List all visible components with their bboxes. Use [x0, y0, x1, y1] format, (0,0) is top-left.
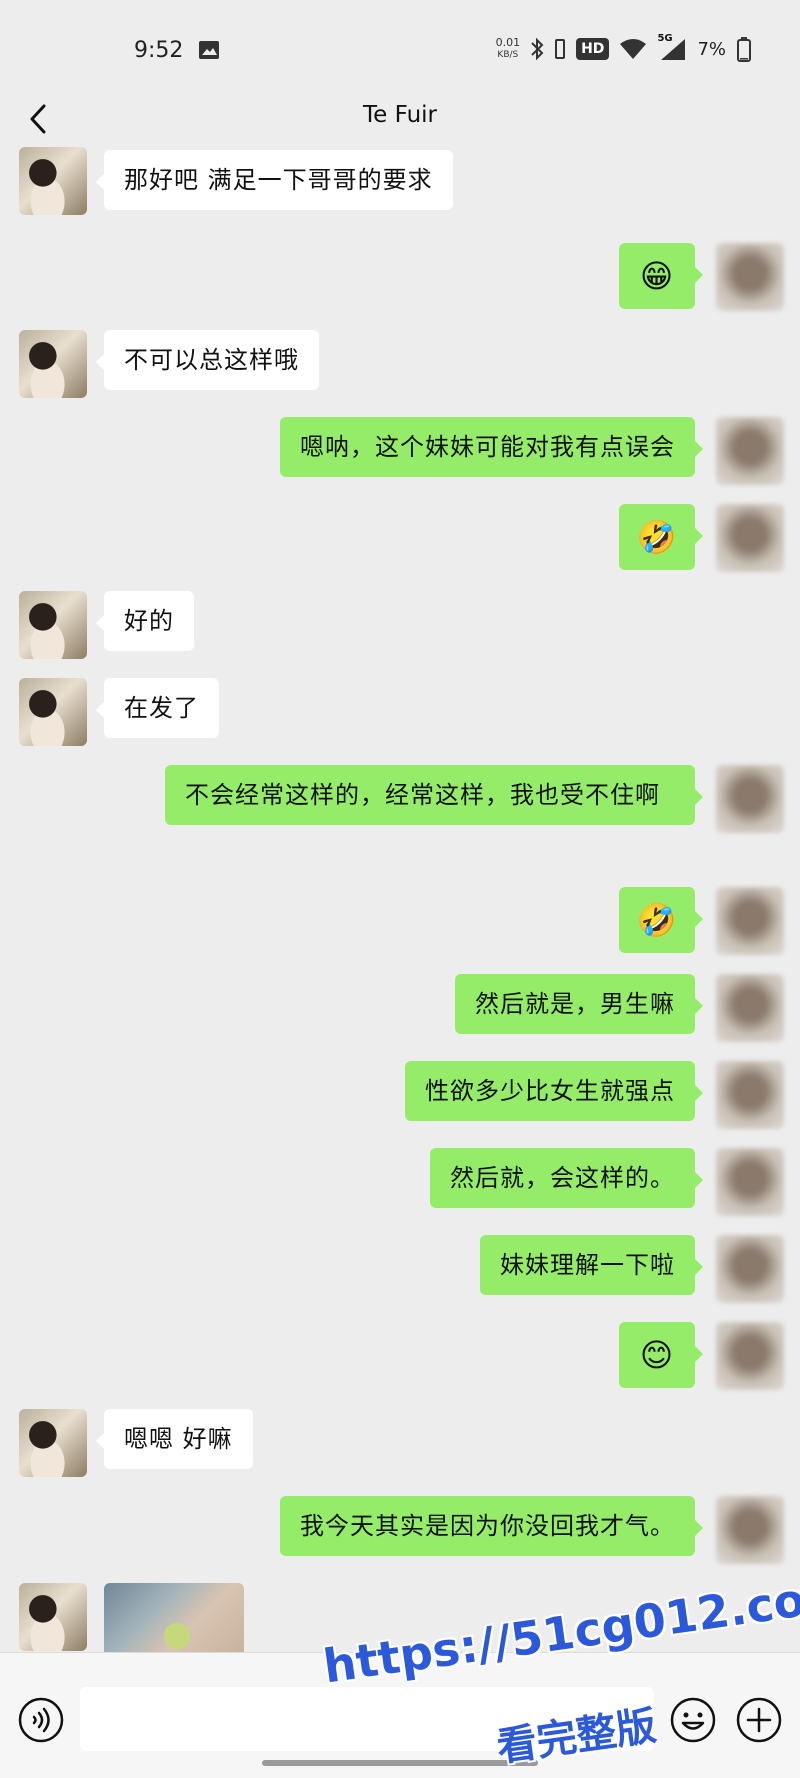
self-avatar[interactable] [716, 1061, 784, 1129]
sent-message-bubble[interactable]: 我今天其实是因为你没回我才气。 [280, 1496, 703, 1556]
message-list[interactable]: 那好吧 满足一下哥哥的要求 😁 不可以总这样哦 嗯呐，这个妹妹可能对我有点误会 … [0, 147, 800, 1661]
wifi-icon [620, 39, 647, 59]
battery-percent: 7% [697, 38, 726, 60]
received-message-bubble[interactable]: 嗯嗯 好嘛 [96, 1409, 253, 1469]
sent-message-bubble[interactable]: 然后就，会这样的。 [430, 1148, 703, 1208]
self-avatar[interactable] [716, 765, 784, 833]
received-message-bubble[interactable]: 不可以总这样哦 [96, 330, 319, 390]
self-avatar[interactable] [716, 417, 784, 485]
contact-avatar[interactable] [19, 330, 87, 398]
self-avatar[interactable] [716, 504, 784, 572]
contact-avatar[interactable] [19, 1583, 87, 1651]
gallery-icon [199, 41, 219, 59]
contact-avatar[interactable] [19, 1409, 87, 1477]
network-speed-value: 0.01 [495, 36, 521, 49]
sent-emoji-bubble[interactable]: 😊 [619, 1322, 703, 1388]
sent-message-bubble[interactable]: 妹妹理解一下啦 [480, 1235, 703, 1295]
emoji-icon[interactable] [670, 1697, 716, 1743]
self-avatar[interactable] [716, 243, 784, 311]
plus-icon[interactable] [736, 1697, 782, 1743]
contact-avatar[interactable] [19, 678, 87, 746]
self-avatar[interactable] [716, 1496, 784, 1564]
smiling-face-icon: 😊 [639, 1336, 675, 1374]
signal-icon [661, 39, 686, 60]
sent-emoji-bubble[interactable]: 😁 [619, 243, 703, 309]
sent-message-bubble[interactable]: 不会经常这样的，经常这样，我也受不住啊 [165, 765, 703, 825]
status-bar: 9:52 0.01 KB/S HD 5G 7% [0, 0, 800, 100]
grinning-face-icon: 😁 [639, 257, 675, 295]
status-time: 9:52 [134, 38, 184, 63]
network-speed: 0.01 KB/S [496, 37, 521, 61]
self-avatar[interactable] [716, 1322, 784, 1390]
hd-badge: HD [576, 38, 610, 60]
self-avatar[interactable] [716, 974, 784, 1042]
received-message-bubble[interactable]: 好的 [96, 591, 194, 651]
bluetooth-icon [531, 37, 544, 61]
chat-header: Te Fuir [0, 90, 800, 146]
sent-message-bubble[interactable]: 嗯呐，这个妹妹可能对我有点误会 [280, 417, 703, 477]
home-indicator[interactable] [262, 1760, 538, 1766]
network-speed-unit: KB/S [497, 50, 519, 60]
rolling-laughing-face-icon: 🤣 [636, 518, 678, 556]
battery-icon [737, 37, 751, 62]
voice-input-icon[interactable] [18, 1697, 64, 1743]
rolling-laughing-face-icon: 🤣 [636, 901, 678, 939]
sent-message-bubble[interactable]: 然后就是，男生嘛 [455, 974, 703, 1034]
contact-avatar[interactable] [19, 591, 87, 659]
received-message-bubble[interactable]: 那好吧 满足一下哥哥的要求 [96, 150, 453, 210]
received-image-thumbnail[interactable] [104, 1583, 244, 1661]
sent-message-bubble[interactable]: 性欲多少比女生就强点 [405, 1061, 703, 1121]
contact-avatar[interactable] [19, 147, 87, 215]
cellular-group: 5G [657, 33, 687, 61]
self-avatar[interactable] [716, 1235, 784, 1303]
sent-emoji-bubble[interactable]: 🤣 [619, 887, 703, 953]
self-avatar[interactable] [716, 887, 784, 955]
self-avatar[interactable] [716, 1148, 784, 1216]
received-message-bubble[interactable]: 在发了 [96, 678, 219, 738]
status-right-group: 0.01 KB/S HD 5G 7% [496, 33, 752, 62]
battery-saver-icon [555, 39, 566, 59]
sent-emoji-bubble[interactable]: 🤣 [619, 504, 703, 570]
chat-title: Te Fuir [363, 102, 437, 128]
